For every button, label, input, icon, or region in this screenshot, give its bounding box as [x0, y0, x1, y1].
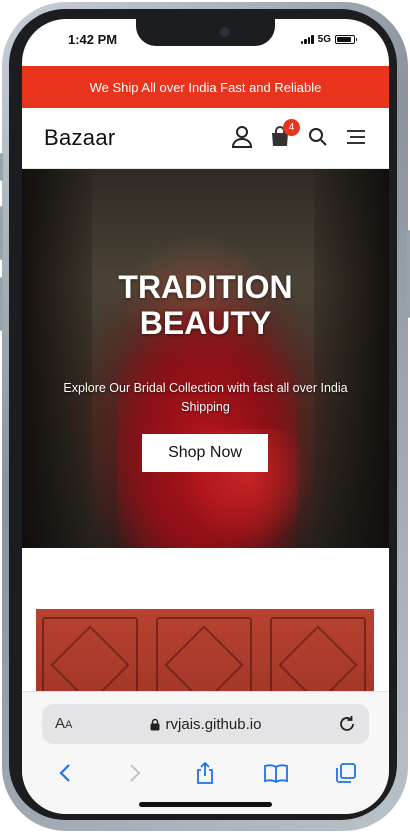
- front-camera: [220, 27, 230, 37]
- status-time: 1:42 PM: [68, 32, 118, 47]
- search-icon[interactable]: [305, 124, 331, 150]
- url-text: rvjais.github.io: [165, 715, 262, 733]
- reload-icon[interactable]: [337, 714, 357, 734]
- browser-bottom-bar: AA rvjais.github.io: [22, 691, 389, 814]
- signal-icon: [300, 35, 314, 44]
- status-indicators: 5G: [300, 34, 357, 45]
- brand-logo[interactable]: Bazaar: [44, 125, 116, 151]
- header-icons: 4: [229, 119, 369, 150]
- hero-title-line2: BEAUTY: [139, 305, 272, 341]
- bookmarks-icon[interactable]: [261, 758, 291, 788]
- back-icon[interactable]: [50, 758, 80, 788]
- hero-title-line1: TRADITION: [118, 269, 293, 305]
- notch: [136, 19, 275, 46]
- screen: 1:42 PM 5G We Ship All over India Fast a…: [22, 19, 389, 814]
- url-display[interactable]: rvjais.github.io: [42, 704, 369, 744]
- volume-up-button: [0, 206, 3, 260]
- menu-icon[interactable]: [343, 124, 369, 150]
- hero-background-shadow-right: [314, 169, 389, 548]
- browser-toolbar: [22, 756, 389, 790]
- hero-background-shadow-left: [22, 169, 92, 548]
- battery-fill: [337, 37, 352, 42]
- user-icon[interactable]: [229, 124, 255, 150]
- lock-icon: [150, 718, 160, 730]
- shopping-bag-icon[interactable]: 4: [267, 119, 300, 150]
- mute-switch: [0, 153, 3, 181]
- address-bar[interactable]: AA rvjais.github.io: [42, 704, 369, 744]
- tabs-icon[interactable]: [331, 758, 361, 788]
- shop-now-button[interactable]: Shop Now: [142, 434, 268, 472]
- hero-banner: TRADITION BEAUTY Explore Our Bridal Coll…: [22, 169, 389, 548]
- hero-title: TRADITION BEAUTY: [22, 269, 389, 341]
- home-indicator: [139, 802, 272, 807]
- site-header: Bazaar 4: [22, 108, 389, 169]
- volume-down-button: [0, 277, 3, 331]
- battery-icon: [335, 35, 357, 44]
- forward-icon[interactable]: [120, 758, 150, 788]
- cart-count-badge: 4: [283, 119, 300, 136]
- announcement-bar: We Ship All over India Fast and Reliable: [22, 66, 389, 108]
- share-icon[interactable]: [190, 758, 220, 788]
- hero-subtitle: Explore Our Bridal Collection with fast …: [63, 381, 348, 414]
- network-label: 5G: [317, 34, 331, 45]
